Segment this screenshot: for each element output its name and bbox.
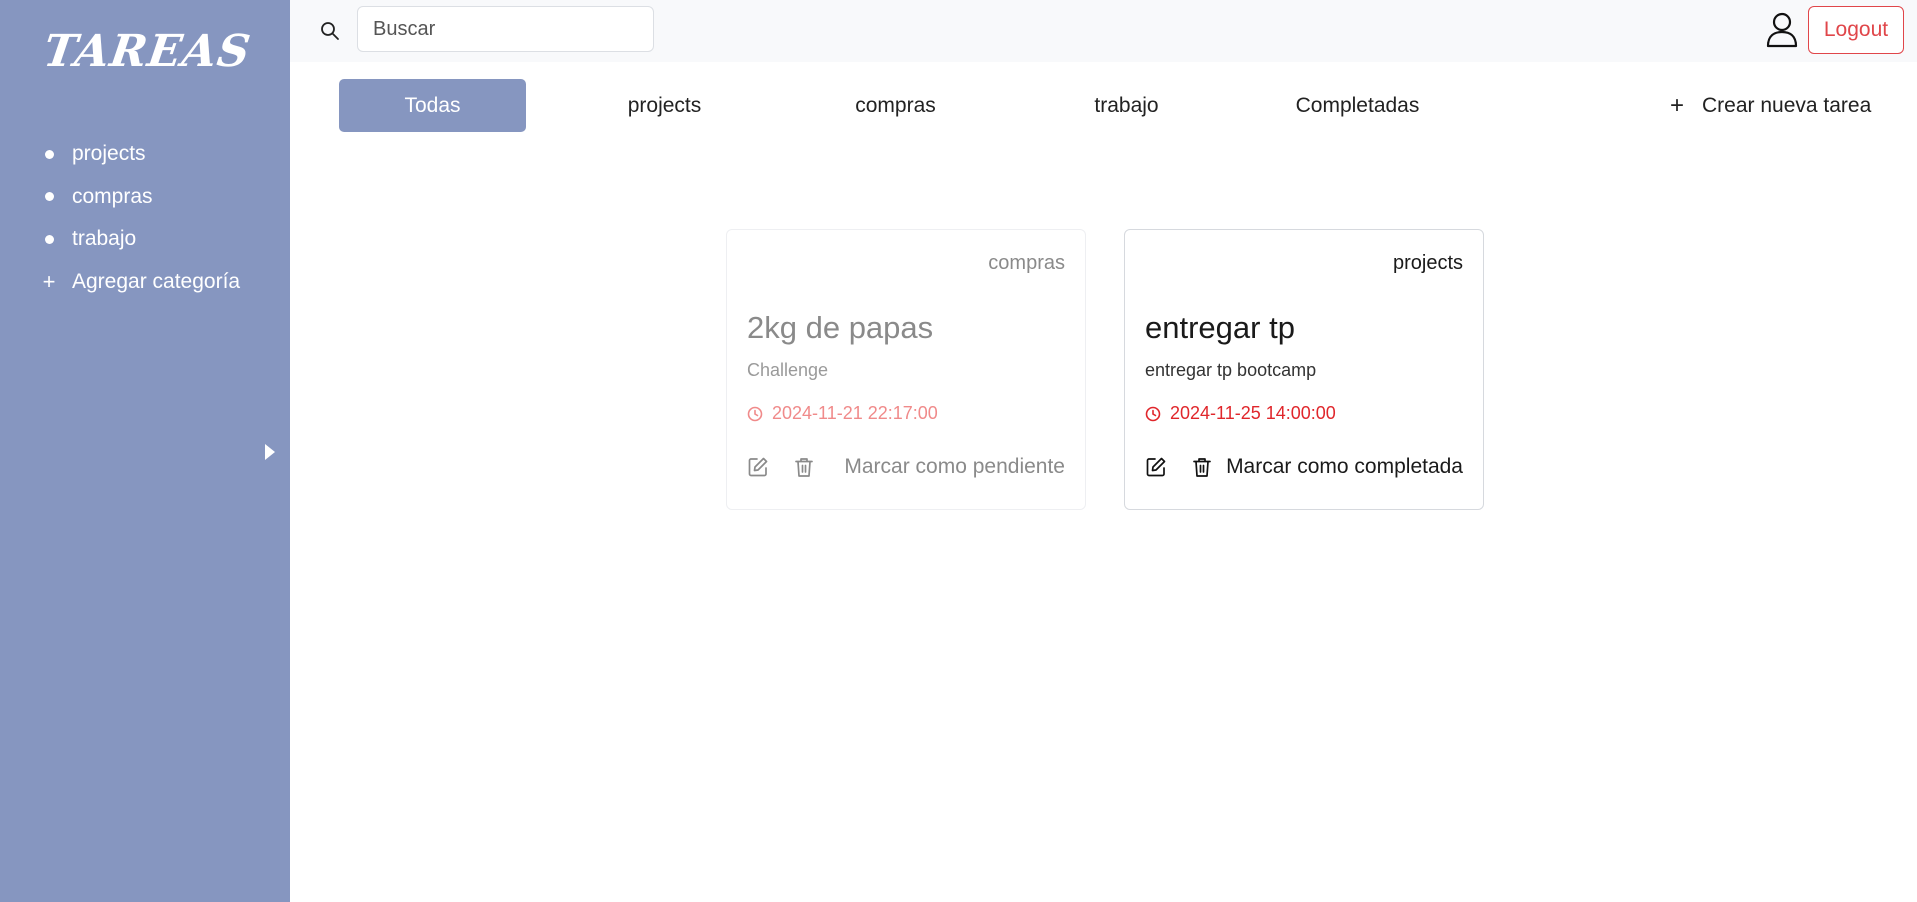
- bullet-icon: [45, 192, 54, 202]
- tab-completadas[interactable]: Completadas: [1264, 79, 1451, 132]
- tab-todas[interactable]: Todas: [339, 79, 526, 132]
- sidebar-item-projects[interactable]: projects: [40, 133, 240, 176]
- task-due-date: 2024-11-25 14:00:00: [1145, 403, 1336, 424]
- search-icon: [321, 22, 339, 40]
- user-icon[interactable]: [1766, 12, 1798, 48]
- logout-button[interactable]: Logout: [1808, 6, 1904, 54]
- task-due-text: 2024-11-21 22:17:00: [772, 403, 938, 423]
- task-category: compras: [988, 252, 1065, 274]
- edit-icon[interactable]: [747, 456, 769, 478]
- sidebar-toggle-arrow-icon[interactable]: [265, 444, 275, 460]
- task-description: entregar tp bootcamp: [1145, 360, 1317, 380]
- sidebar-item-label: compras: [72, 184, 153, 208]
- sidebar-item-compras[interactable]: compras: [40, 176, 240, 219]
- sidebar-item-label: projects: [72, 142, 146, 166]
- sidebar-item-trabajo[interactable]: trabajo: [40, 218, 240, 261]
- task-title: entregar tp: [1145, 310, 1295, 345]
- topbar: Logout: [290, 0, 1917, 62]
- task-title: 2kg de papas: [747, 310, 934, 345]
- task-card: projects entregar tp entregar tp bootcam…: [1124, 229, 1484, 510]
- task-description: Challenge: [747, 360, 829, 380]
- trash-icon[interactable]: [793, 456, 815, 478]
- tab-projects[interactable]: projects: [571, 79, 758, 132]
- tab-compras[interactable]: compras: [802, 79, 989, 132]
- mark-complete-button[interactable]: Marcar como completada: [1226, 455, 1463, 479]
- task-due-date: 2024-11-21 22:17:00: [747, 403, 938, 424]
- app-logo: TAREAS: [40, 26, 255, 77]
- plus-icon: +: [1670, 91, 1685, 119]
- task-actions: Marcar como completada: [1145, 452, 1463, 482]
- bullet-icon: [45, 234, 54, 244]
- create-task-button[interactable]: + Crear nueva tarea: [1670, 79, 1871, 132]
- plus-icon: +: [42, 268, 56, 294]
- category-list: projects compras trabajo + Agregar categ…: [40, 133, 241, 304]
- bullet-icon: [45, 149, 54, 159]
- clock-icon: [747, 406, 763, 421]
- clock-icon: [1145, 406, 1161, 421]
- task-category: projects: [1392, 252, 1463, 274]
- tab-trabajo[interactable]: trabajo: [1033, 79, 1220, 132]
- add-category-button[interactable]: + Agregar categoría: [40, 261, 241, 304]
- create-task-label: Crear nueva tarea: [1702, 93, 1872, 117]
- edit-icon[interactable]: [1145, 456, 1167, 478]
- sidebar: TAREAS projects compras trabajo + Agrega…: [0, 0, 290, 902]
- trash-icon[interactable]: [1191, 456, 1213, 478]
- task-card: compras 2kg de papas Challenge 2024-11-2…: [726, 229, 1086, 510]
- sidebar-item-label: trabajo: [72, 227, 137, 251]
- task-actions: Marcar como pendiente: [747, 452, 1065, 482]
- search-input[interactable]: [357, 6, 654, 52]
- add-category-label: Agregar categoría: [72, 269, 241, 293]
- mark-pending-button[interactable]: Marcar como pendiente: [844, 455, 1065, 479]
- task-due-text: 2024-11-25 14:00:00: [1170, 403, 1336, 423]
